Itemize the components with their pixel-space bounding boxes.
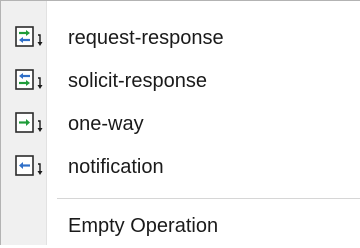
solicit-response-icon <box>15 69 45 91</box>
menu-item-label: solicit-response <box>68 70 207 92</box>
menu-item-solicit-response[interactable]: solicit-response <box>1 59 360 103</box>
menu-item-empty-operation[interactable]: Empty Operation <box>1 204 360 248</box>
menu-separator <box>57 198 360 199</box>
request-response-icon <box>15 26 45 48</box>
menu-item-request-response[interactable]: request-response <box>1 16 360 60</box>
menu-item-label: one-way <box>68 113 144 135</box>
menu-item-label: Empty Operation <box>68 215 219 237</box>
menu-item-one-way[interactable]: one-way <box>1 102 360 146</box>
operation-type-menu: request-response solicit-response one-wa… <box>0 0 360 245</box>
menu-item-notification[interactable]: notification <box>1 145 360 189</box>
menu-item-label: request-response <box>68 27 224 49</box>
notification-icon <box>15 155 45 177</box>
menu-item-label: notification <box>68 156 164 178</box>
one-way-icon <box>15 112 45 134</box>
